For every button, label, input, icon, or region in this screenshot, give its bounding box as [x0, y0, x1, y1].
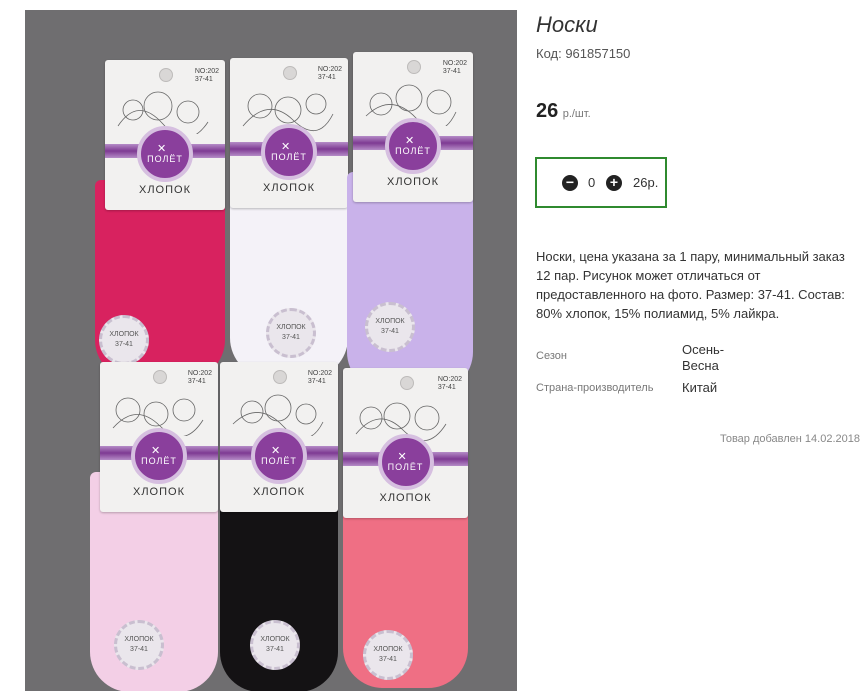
price-unit: р./шт.	[562, 108, 591, 120]
plus-circle-icon[interactable]: +	[606, 175, 622, 191]
product-photo[interactable]: NO:202 37-41 ✕ ПОЛЁТ ХЛОПОК ХЛОПОК 37-41 NO…	[25, 10, 517, 691]
cotton-seal: ХЛОПОК 37-41	[114, 620, 164, 670]
cotton-seal: ХЛОПОК 37-41	[250, 620, 300, 670]
price: 26 р./шт.	[536, 100, 591, 123]
quantity-stepper: − 0 + 26р.	[535, 157, 667, 208]
brand-logo: ✕ ПОЛЁТ	[377, 434, 434, 490]
product-title: Носки	[536, 12, 598, 37]
attribute-row: Сезон Осень-Весна	[536, 342, 786, 374]
brand-logo: ✕ ПОЛЁТ	[131, 428, 187, 484]
attributes-table: Сезон Осень-Весна Страна-производитель К…	[536, 342, 786, 402]
attribute-name: Страна-производитель	[536, 382, 654, 394]
sock-coral: NO:202 37-41 ✕ ПОЛЁТ ХЛОПОК ХЛОПОК 37-41	[343, 368, 468, 688]
brand-logo: ✕ ПОЛЁТ	[385, 118, 441, 174]
product-description: Носки, цена указана за 1 пару, минимальн…	[536, 249, 845, 321]
sock-white: NO:202 37-41 ✕ ПОЛЁТ ХЛОПОК ХЛОПОК 37-41	[230, 58, 348, 378]
minus-circle-icon[interactable]: −	[562, 175, 578, 191]
sock-black: NO:202 37-41 ✕ ПОЛЁТ ХЛОПОК ХЛОПОК 37-41	[220, 362, 338, 691]
sock-lilac: NO:202 37-41 ✕ ПОЛЁТ ХЛОПОК ХЛОПОК 37-41	[347, 52, 473, 392]
attribute-name: Сезон	[536, 350, 567, 362]
cotton-seal: ХЛОПОК 37-41	[363, 630, 413, 680]
sock-light-pink: NO:202 37-41 ✕ ПОЛЁТ ХЛОПОК ХЛОПОК 37-41	[90, 362, 218, 691]
sock-pink: NO:202 37-41 ✕ ПОЛЁТ ХЛОПОК ХЛОПОК 37-41	[95, 60, 225, 380]
date-added: Товар добавлен 14.02.2018	[719, 433, 860, 445]
attribute-value: Осень-Весна	[682, 342, 725, 373]
cotton-seal: ХЛОПОК 37-41	[266, 308, 316, 358]
brand-logo: ✕ ПОЛЁТ	[137, 126, 193, 182]
attribute-row: Страна-производитель Китай	[536, 380, 786, 396]
attribute-value: Китай	[682, 380, 718, 395]
cotton-seal: ХЛОПОК 37-41	[365, 302, 415, 352]
quantity-value: 0	[588, 175, 596, 190]
brand-logo: ✕ ПОЛЁТ	[261, 124, 317, 180]
quantity-total: 26р.	[633, 175, 659, 190]
brand-logo: ✕ ПОЛЁТ	[251, 428, 307, 484]
cotton-seal: ХЛОПОК 37-41	[99, 315, 149, 365]
product-code: Код: 961857150	[536, 46, 631, 61]
price-value: 26	[536, 100, 559, 122]
